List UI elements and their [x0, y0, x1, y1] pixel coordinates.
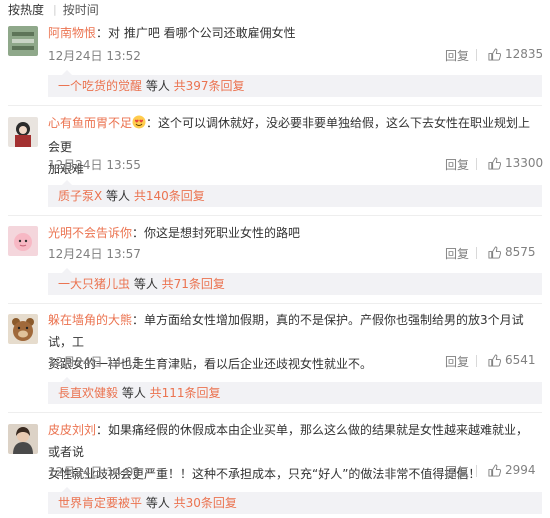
sort-separator: |	[53, 2, 57, 16]
like-count: 12835	[505, 47, 544, 61]
comment-timestamp: 12月24日 14:15	[48, 355, 141, 369]
avatar[interactable]	[8, 424, 38, 454]
reply-thread-box: 一个吃货的觉醒 等人 共397条回复	[48, 70, 542, 97]
avatar[interactable]	[8, 117, 38, 147]
thread-count-link[interactable]: 共30条回复	[174, 496, 237, 510]
thread-username[interactable]: 長直欢健毅	[58, 386, 118, 400]
thread-username[interactable]: 一大只猪儿虫	[58, 277, 130, 291]
avatar[interactable]	[8, 314, 38, 344]
like-count: 6541	[505, 353, 536, 367]
sort-by-hot-tab[interactable]: 按热度	[0, 1, 44, 18]
divider	[8, 412, 542, 413]
thread-username[interactable]: 质子泵X	[58, 189, 102, 203]
meta-divider	[476, 247, 477, 259]
comment-username[interactable]: 躲在墙角的大熊	[48, 313, 132, 327]
reply-button[interactable]: 回复	[445, 463, 469, 480]
thread-count-link[interactable]: 共111条回复	[150, 386, 221, 400]
like-button[interactable]: 2994	[488, 463, 536, 477]
comment-meta: 12月24日 13:52 回复 12835	[48, 47, 543, 64]
like-count: 2994	[505, 463, 536, 477]
sort-by-time-tab[interactable]: 按时间	[63, 1, 99, 18]
meta-divider	[476, 158, 477, 170]
reply-thread-box: 一大只猪儿虫 等人 共71条回复	[48, 268, 542, 295]
thumbs-up-icon	[488, 156, 501, 170]
reply-button[interactable]: 回复	[445, 353, 469, 370]
like-count: 8575	[505, 245, 536, 259]
meta-divider	[476, 465, 477, 477]
thread-username[interactable]: 世界肯定要被平	[58, 496, 142, 510]
divider	[8, 105, 542, 106]
comment-body: 对 推广吧 看哪个公司还敢雇佣女性	[108, 26, 296, 40]
comment-username[interactable]: 光明不会告诉你	[48, 226, 132, 240]
comment-meta: 12月24日 13:57 回复 8575	[48, 245, 540, 261]
like-button[interactable]: 6541	[488, 353, 536, 367]
like-button[interactable]: 8575	[488, 245, 536, 259]
thread-count-link[interactable]: 共397条回复	[174, 79, 245, 93]
avatar[interactable]	[8, 226, 38, 256]
comment-body: 如果痛经假的休假成本由企业买单，那么这么做的结果就是女性越来越难就业，或者说	[48, 423, 529, 459]
thumbs-up-icon	[488, 245, 501, 259]
comment-meta: 12月24日 13:55 回复 13300	[48, 156, 543, 173]
comment-timestamp: 12月24日 13:57	[48, 247, 141, 261]
divider	[8, 215, 542, 216]
comment-text: 光明不会告诉你：你这是想封死职业女性的路吧	[48, 226, 301, 240]
like-count: 13300	[505, 156, 544, 170]
comment-body: 你这是想封死职业女性的路吧	[144, 226, 301, 240]
thumbs-up-icon	[488, 463, 501, 477]
reply-button[interactable]: 回复	[445, 245, 469, 262]
meta-divider	[476, 49, 477, 61]
reply-thread-box: 長直欢健毅 等人 共111条回复	[48, 377, 542, 404]
sort-bar: 按热度 | 按时间	[0, 0, 550, 18]
comment-timestamp: 12月24日 13:55	[48, 158, 141, 172]
comment-username[interactable]: 皮皮刘刘	[48, 423, 96, 437]
reply-thread-box: 世界肯定要被平 等人 共30条回复	[48, 487, 542, 514]
heart-eyes-emoji-icon	[132, 114, 146, 136]
like-button[interactable]: 13300	[488, 156, 543, 170]
comment-timestamp: 12月24日 13:52	[48, 49, 141, 63]
thumbs-up-icon	[488, 47, 501, 61]
thread-count-link[interactable]: 共140条回复	[134, 189, 205, 203]
comment-timestamp: 12月24日 14:01	[48, 465, 141, 479]
comment-username[interactable]: 心有鱼而胃不足	[48, 116, 132, 130]
divider	[8, 303, 542, 304]
comment-username[interactable]: 阿南物恨	[48, 26, 96, 40]
reply-thread-box: 质子泵X 等人 共140条回复	[48, 180, 542, 207]
thread-username[interactable]: 一个吃货的觉醒	[58, 79, 142, 93]
thread-count-link[interactable]: 共71条回复	[162, 277, 225, 291]
reply-button[interactable]: 回复	[445, 47, 469, 64]
avatar[interactable]	[8, 26, 38, 56]
comment-meta: 12月24日 14:15 回复 6541	[48, 353, 540, 369]
comment-text: 阿南物恨：对 推广吧 看哪个公司还敢雇佣女性	[48, 26, 296, 40]
thumbs-up-icon	[488, 353, 501, 367]
comment-meta: 12月24日 14:01 回复 2994	[48, 463, 540, 479]
reply-button[interactable]: 回复	[445, 156, 469, 173]
meta-divider	[476, 355, 477, 367]
like-button[interactable]: 12835	[488, 47, 543, 61]
